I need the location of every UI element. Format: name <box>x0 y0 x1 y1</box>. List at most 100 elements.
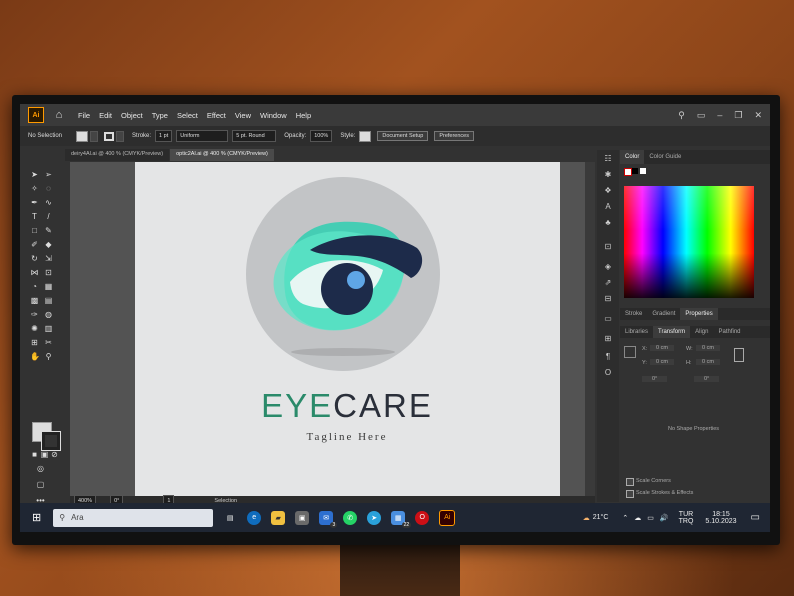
task-view-icon[interactable]: ▤ <box>223 511 237 525</box>
file-explorer-icon[interactable]: ▰ <box>271 510 286 525</box>
free-transform-icon[interactable]: ⊡ <box>44 268 53 277</box>
links-icon[interactable]: ⇗ <box>603 278 613 288</box>
network-icon[interactable]: ▭ <box>647 514 654 522</box>
magic-wand-icon[interactable]: ✧ <box>30 184 39 193</box>
white-swatch[interactable] <box>640 168 646 174</box>
opera-icon[interactable]: O <box>415 510 430 525</box>
draw-mode-icon[interactable]: ◎ <box>36 464 45 473</box>
color-spectrum[interactable] <box>624 186 754 298</box>
type-tool-icon[interactable]: T <box>30 212 39 221</box>
w-field[interactable]: 0 cm <box>696 345 720 351</box>
hand-tool-icon[interactable]: ✋ <box>30 352 40 361</box>
graph-tool-icon[interactable]: ▥ <box>44 324 53 333</box>
menu-type[interactable]: Type <box>152 111 168 120</box>
tab-align[interactable]: Align <box>690 329 713 335</box>
stroke-color-box[interactable] <box>41 431 61 451</box>
menu-window[interactable]: Window <box>260 111 287 120</box>
artboard[interactable]: EYECARE Tagline Here <box>135 162 560 497</box>
menu-select[interactable]: Select <box>177 111 198 120</box>
mail-icon[interactable]: ✉ 3 <box>319 510 338 528</box>
rotate-icon[interactable]: ↻ <box>30 254 39 263</box>
brush-definition[interactable]: 5 pt. Round <box>232 130 277 142</box>
blend-icon[interactable]: ◍ <box>44 310 53 319</box>
tab-optic[interactable]: optic2Al.ai @ 400 % (CMYK/Preview) <box>170 149 274 161</box>
fill-swatch[interactable] <box>76 130 89 142</box>
clock[interactable]: 18:15 5.10.2023 <box>705 511 736 525</box>
comments-icon[interactable]: ▭ <box>603 314 613 324</box>
telegram-icon[interactable]: ➤ <box>367 510 382 525</box>
files-icon[interactable]: ▦ 22 <box>391 510 412 528</box>
tab-deiry[interactable]: deiry4Al.ai @ 400 % (CMYK/Preview) <box>65 149 170 161</box>
fill-dropdown[interactable] <box>90 130 99 142</box>
tab-gradient[interactable]: Gradient <box>647 311 680 317</box>
notification-icon[interactable]: ▭ <box>751 512 760 523</box>
canvas-area[interactable]: EYECARE Tagline Here <box>70 162 590 497</box>
shear-field[interactable]: 0° <box>694 376 720 382</box>
symbol-sprayer-icon[interactable]: ✺ <box>30 324 39 333</box>
curvature-icon[interactable]: ∿ <box>44 198 53 207</box>
language-indicator[interactable]: TUR TRQ <box>679 511 694 525</box>
gradient-mode-icon[interactable]: ▣ <box>40 450 49 459</box>
tray-chevron-icon[interactable]: ⌃ <box>622 514 628 522</box>
properties-icon[interactable]: ☷ <box>603 154 613 164</box>
none-mode-icon[interactable]: ⊘ <box>50 450 59 459</box>
lasso-icon[interactable]: ◌ <box>44 184 53 193</box>
weather-icon[interactable]: ☁ <box>583 514 590 522</box>
vertical-scrollbar[interactable] <box>585 162 595 497</box>
none-swatch[interactable] <box>624 168 632 176</box>
stroke-dropdown[interactable] <box>116 130 125 142</box>
scale-strokes-checkbox[interactable] <box>626 490 634 498</box>
direct-selection-tool-icon[interactable]: ➢ <box>44 170 53 179</box>
asset-export-icon[interactable]: ⊡ <box>603 242 613 252</box>
paragraph-icon[interactable]: ¶ <box>603 352 613 362</box>
y-field[interactable]: 0 cm <box>650 359 674 365</box>
menu-effect[interactable]: Effect <box>207 111 226 120</box>
slice-icon[interactable]: ✂ <box>44 338 53 347</box>
cloud-icon[interactable]: ☁ <box>634 514 641 522</box>
search-icon[interactable]: ⚲ <box>678 110 685 121</box>
artboards-icon[interactable]: ⊟ <box>603 294 613 304</box>
rotate-field[interactable]: 0° <box>642 376 668 382</box>
zoom-tool-icon[interactable]: ⚲ <box>44 352 53 361</box>
store-icon[interactable]: ▣ <box>295 510 310 525</box>
line-tool-icon[interactable]: / <box>44 212 53 221</box>
tab-transform[interactable]: Transform <box>653 326 691 338</box>
volume-icon[interactable]: 🔊 <box>660 514 669 522</box>
tab-color-guide[interactable]: Color Guide <box>644 154 686 160</box>
whatsapp-icon[interactable]: ✆ <box>343 510 358 525</box>
eyedropper-icon[interactable]: ✑ <box>30 310 39 319</box>
selection-tool-icon[interactable]: ➤ <box>30 170 39 179</box>
restore-icon[interactable]: ❐ <box>734 110 742 121</box>
stroke-weight-field[interactable]: 1 pt <box>155 130 173 142</box>
gradient-icon[interactable]: ▤ <box>44 296 53 305</box>
menu-object[interactable]: Object <box>121 111 143 120</box>
menu-view[interactable]: View <box>235 111 251 120</box>
scale-icon[interactable]: ⇲ <box>44 254 53 263</box>
document-setup-button[interactable]: Document Setup <box>377 131 429 141</box>
tab-color[interactable]: Color <box>620 150 645 164</box>
preferences-button[interactable]: Preferences <box>434 131 474 141</box>
menu-edit[interactable]: Edit <box>99 111 112 120</box>
arrange-icon[interactable]: ▭ <box>697 110 706 121</box>
opacity-field[interactable]: 100% <box>310 130 333 142</box>
reference-point-icon[interactable] <box>624 346 636 358</box>
width-tool-icon[interactable]: ⋈ <box>30 268 39 277</box>
shaper-icon[interactable]: ✐ <box>30 240 39 249</box>
variable-width-profile[interactable]: Uniform <box>176 130 229 142</box>
opentype-icon[interactable]: O <box>603 368 613 378</box>
home-icon[interactable]: ⌂ <box>52 108 66 122</box>
tab-libraries[interactable]: Libraries <box>620 329 653 335</box>
graphic-styles-icon[interactable]: ❖ <box>603 186 613 196</box>
paintbrush-icon[interactable]: ✎ <box>44 226 53 235</box>
appearance-icon[interactable]: ✱ <box>603 170 613 180</box>
rectangle-tool-icon[interactable]: □ <box>30 226 39 235</box>
x-field[interactable]: 0 cm <box>650 345 674 351</box>
pen-tool-icon[interactable]: ✒ <box>30 198 39 207</box>
start-icon[interactable]: ⊞ <box>32 511 41 524</box>
artboard-tool-icon[interactable]: ⊞ <box>30 338 39 347</box>
eraser-icon[interactable]: ◆ <box>44 240 53 249</box>
stroke-swatch[interactable] <box>104 131 115 141</box>
menu-help[interactable]: Help <box>296 111 311 120</box>
black-swatch[interactable] <box>632 168 638 174</box>
layers-icon[interactable]: ◈ <box>603 262 613 272</box>
